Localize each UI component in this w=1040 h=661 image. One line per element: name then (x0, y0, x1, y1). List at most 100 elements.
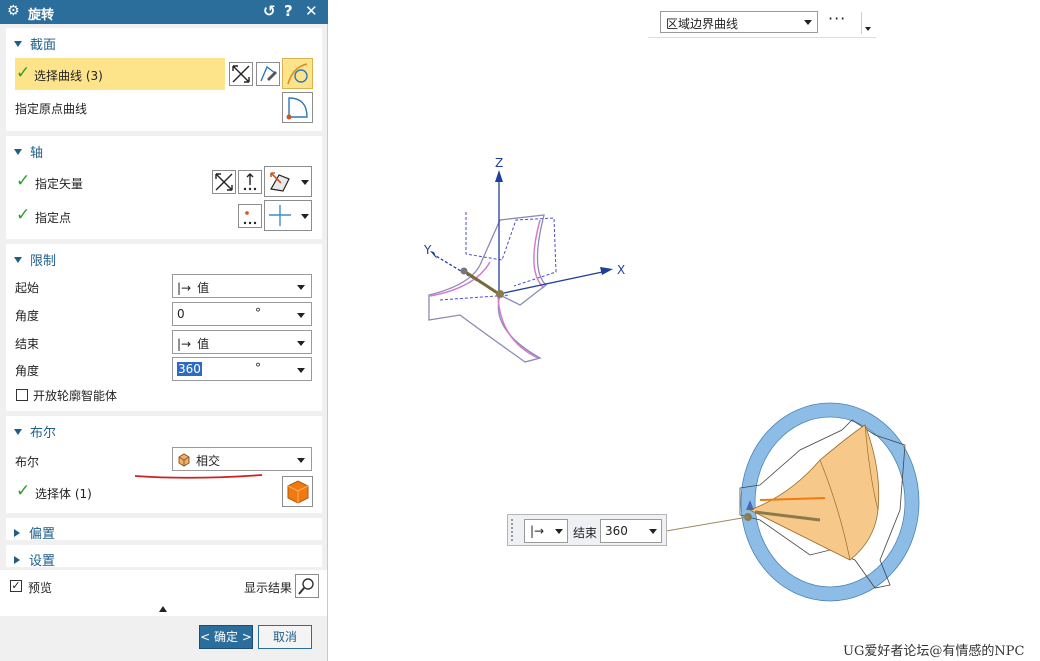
specify-origin-curve-label: 指定原点曲线 (15, 102, 88, 116)
boolean-select[interactable]: 相交 (172, 447, 312, 471)
reset-icon[interactable]: ↺ (263, 2, 276, 20)
z-axis-label: Z (495, 156, 503, 170)
start-angle-label: 角度 (15, 309, 40, 323)
chevron-down-icon (297, 341, 305, 346)
chevron-down-icon (301, 214, 309, 219)
select-curve-icon[interactable] (282, 58, 313, 89)
intersect-icon (178, 453, 190, 467)
end-type-mini-select[interactable]: |→ (524, 519, 568, 543)
toolbar-divider (648, 37, 876, 38)
toolbar-separator (861, 12, 862, 34)
section-panel: 截面 ✓ 选择曲线 (3) 指定原点曲线 (6, 28, 322, 131)
float-end-label: 结束 (573, 526, 598, 540)
chevron-down-icon (555, 529, 563, 534)
open-profile-checkbox[interactable] (16, 389, 28, 401)
reverse-direction-icon[interactable] (238, 170, 262, 194)
select-body-icon[interactable] (282, 476, 313, 507)
chevron-down-icon (297, 458, 305, 463)
check-icon: ✓ (16, 205, 31, 225)
selection-filter-select[interactable]: 区域边界曲线 (660, 11, 818, 33)
revolve-dialog: ⚙ 旋转 ↺ ? ✕ 截面 ✓ 选择曲线 (3) 指定原点曲线 轴 ✓ 指定矢量… (0, 0, 328, 661)
start-angle-input[interactable]: 0 ° (172, 302, 312, 326)
point-dropdown[interactable] (264, 200, 312, 231)
axis-triad (430, 170, 613, 298)
red-annotation-underline (134, 474, 263, 479)
cancel-button[interactable]: 取消 (258, 625, 312, 649)
graphics-viewport[interactable]: Z Y X (330, 40, 1040, 640)
point-dialog-icon[interactable] (238, 204, 262, 228)
collapse-up-icon[interactable] (159, 606, 167, 612)
section-header[interactable]: 截面 (14, 34, 56, 53)
end-angle-input[interactable]: 360 ° (172, 357, 312, 381)
settings-header[interactable]: 设置 (14, 550, 55, 569)
more-options-icon[interactable]: ··· (828, 9, 846, 28)
value-type-icon: |→ (530, 524, 545, 538)
check-icon: ✓ (16, 63, 31, 83)
curve-rule-icon[interactable] (229, 62, 253, 86)
floating-input-bar: |→ 结束 360 (507, 514, 667, 546)
select-curve-label: 选择曲线 (3) (34, 69, 103, 83)
float-end-input[interactable]: 360 (600, 519, 662, 543)
preview-label: 预览 (28, 581, 53, 595)
sketch-section-icon[interactable] (256, 62, 280, 86)
end-angle-label: 角度 (15, 364, 40, 378)
show-result-button[interactable] (295, 574, 319, 598)
section-sketch[interactable] (428, 212, 557, 363)
float-end-value: 360 (605, 524, 628, 538)
degree-unit: ° (255, 361, 261, 375)
boolean-header[interactable]: 布尔 (14, 422, 56, 441)
preview-checkbox[interactable]: ✓ (10, 580, 22, 592)
check-icon: ✓ (16, 171, 31, 191)
toolbar-overflow-icon[interactable] (865, 27, 871, 31)
vector-dropdown[interactable] (264, 166, 312, 197)
end-type-value: 值 (197, 337, 210, 351)
chevron-down-icon (649, 529, 657, 534)
limits-panel: 限制 起始 |→ 值 角度 0 ° 结束 |→ 值 角度 360 ° 开放轮廓智能体 (6, 244, 322, 411)
expand-triangle-icon (14, 529, 20, 537)
offset-header[interactable]: 偏置 (14, 523, 55, 542)
select-body-label: 选择体 (1) (35, 487, 92, 501)
watermark: UG爱好者论坛@有情感的NPC (843, 644, 1025, 659)
magnifier-icon (298, 578, 314, 595)
start-type-select[interactable]: |→ 值 (172, 274, 312, 298)
boolean-value: 相交 (196, 454, 221, 468)
help-icon[interactable]: ? (284, 2, 293, 20)
specify-vector-label: 指定矢量 (35, 177, 84, 191)
open-profile-label: 开放轮廓智能体 (33, 389, 118, 403)
leader-line (665, 516, 749, 532)
start-type-value: 值 (197, 281, 210, 295)
select-curve-row[interactable]: ✓ 选择曲线 (3) (15, 58, 225, 90)
collapse-triangle-icon (14, 429, 22, 435)
limits-header[interactable]: 限制 (14, 250, 56, 269)
offset-panel: 偏置 (6, 518, 322, 542)
gear-icon: ⚙ (7, 3, 20, 19)
y-axis-label: Y (423, 243, 432, 257)
collapse-triangle-icon (14, 257, 22, 263)
chevron-down-icon (804, 20, 812, 25)
settings-panel: 设置 (6, 545, 322, 569)
collapse-triangle-icon (14, 149, 22, 155)
start-label: 起始 (15, 281, 40, 295)
value-type-icon: |→ (177, 281, 192, 295)
chevron-down-icon (297, 285, 305, 290)
preview-area: ✓ 预览 显示结果 (0, 570, 327, 616)
filter-value: 区域边界曲线 (666, 17, 739, 31)
specify-point-label: 指定点 (35, 211, 72, 225)
drag-handle[interactable] (511, 519, 514, 541)
dialog-title: 旋转 (28, 8, 55, 23)
boolean-panel: 布尔 布尔 相交 ✓ 选择体 (1) (6, 416, 322, 513)
axis-header[interactable]: 轴 (14, 142, 43, 161)
vector-rule-icon[interactable] (212, 170, 236, 194)
close-icon[interactable]: ✕ (305, 2, 318, 20)
origin-curve-icon[interactable] (282, 92, 313, 123)
end-type-select[interactable]: |→ 值 (172, 330, 312, 354)
revolve-preview-body[interactable] (739, 402, 920, 602)
check-icon: ✓ (16, 481, 31, 501)
boolean-label: 布尔 (15, 455, 40, 469)
axis-panel: 轴 ✓ 指定矢量 ✓ 指定点 (6, 136, 322, 239)
start-angle-value: 0 (177, 307, 185, 321)
end-angle-value: 360 (177, 362, 202, 376)
dialog-title-bar: ⚙ 旋转 ↺ ? ✕ (0, 0, 328, 24)
ok-button[interactable]: < 确定 > (199, 625, 253, 649)
end-label: 结束 (15, 337, 40, 351)
